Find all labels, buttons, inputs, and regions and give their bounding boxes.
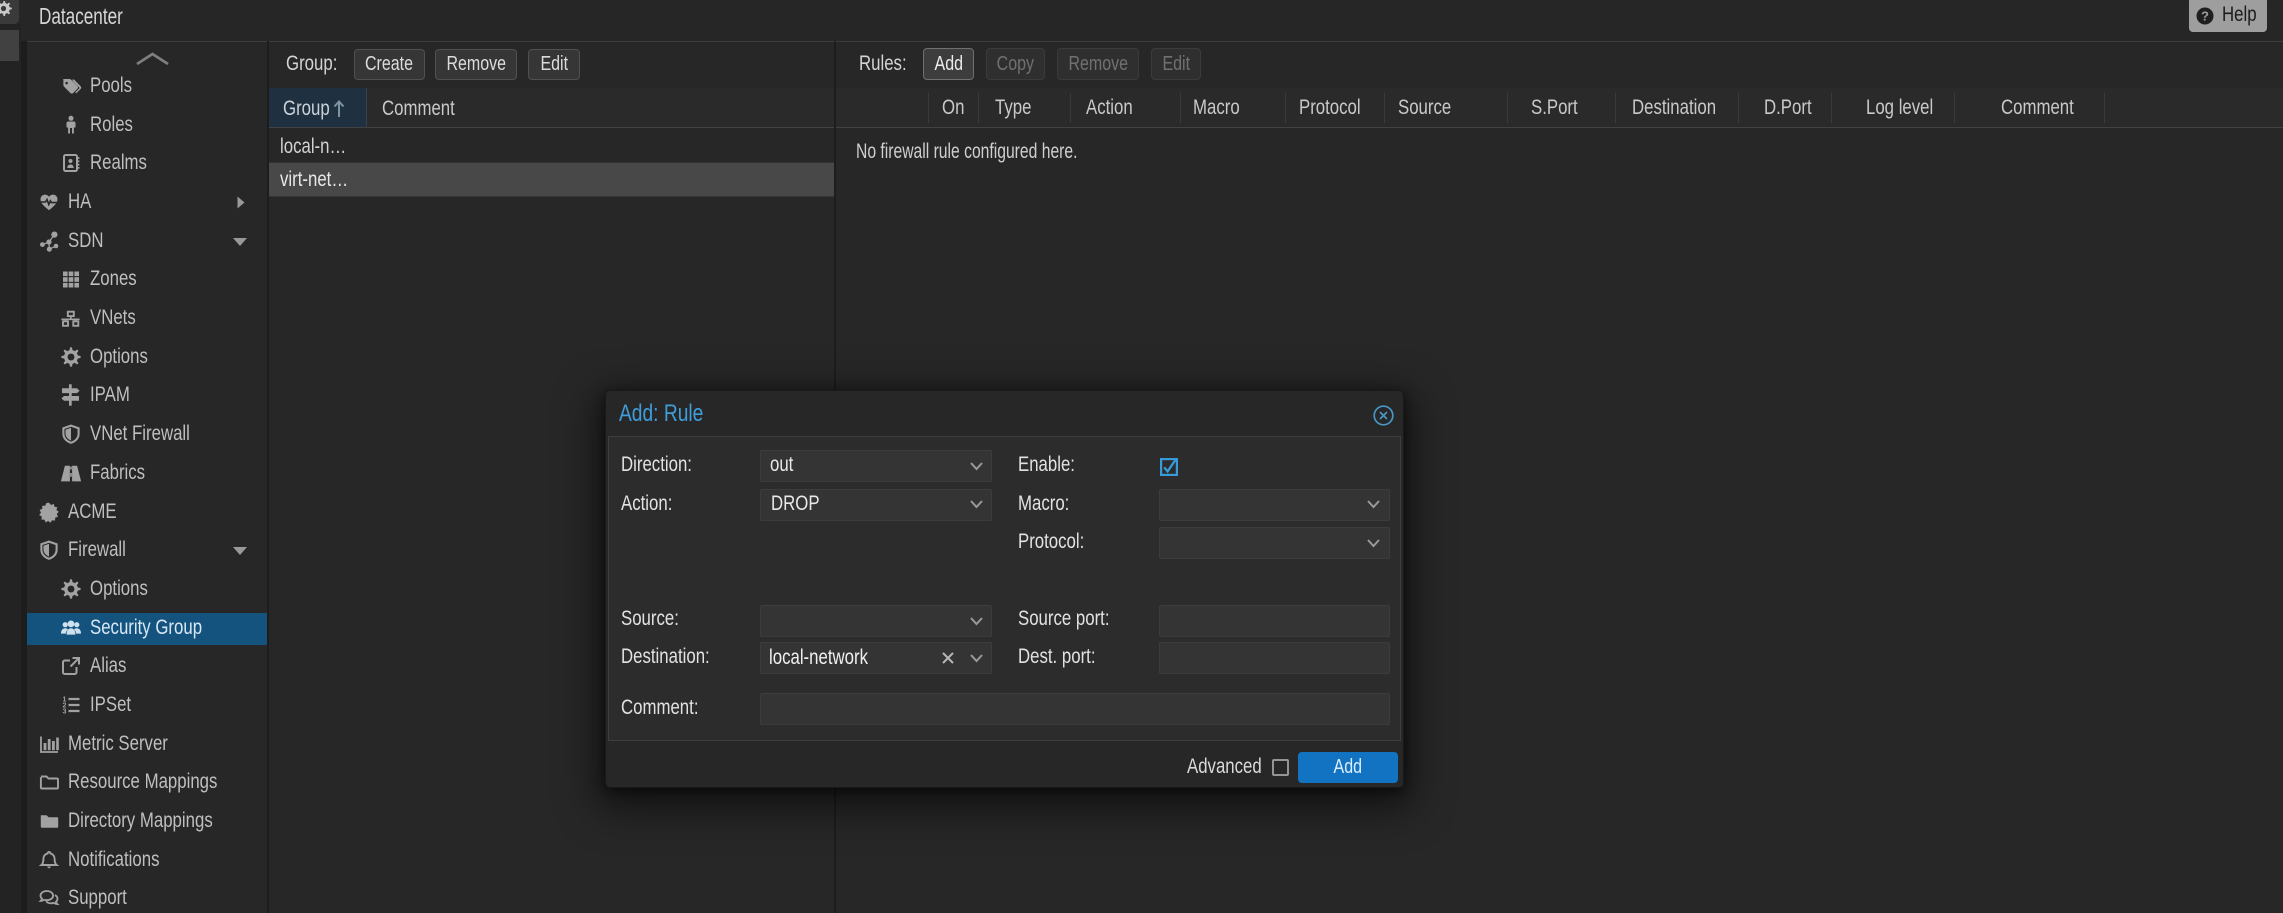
svg-text:?: ? <box>2201 9 2209 24</box>
svg-text:3: 3 <box>63 708 67 715</box>
